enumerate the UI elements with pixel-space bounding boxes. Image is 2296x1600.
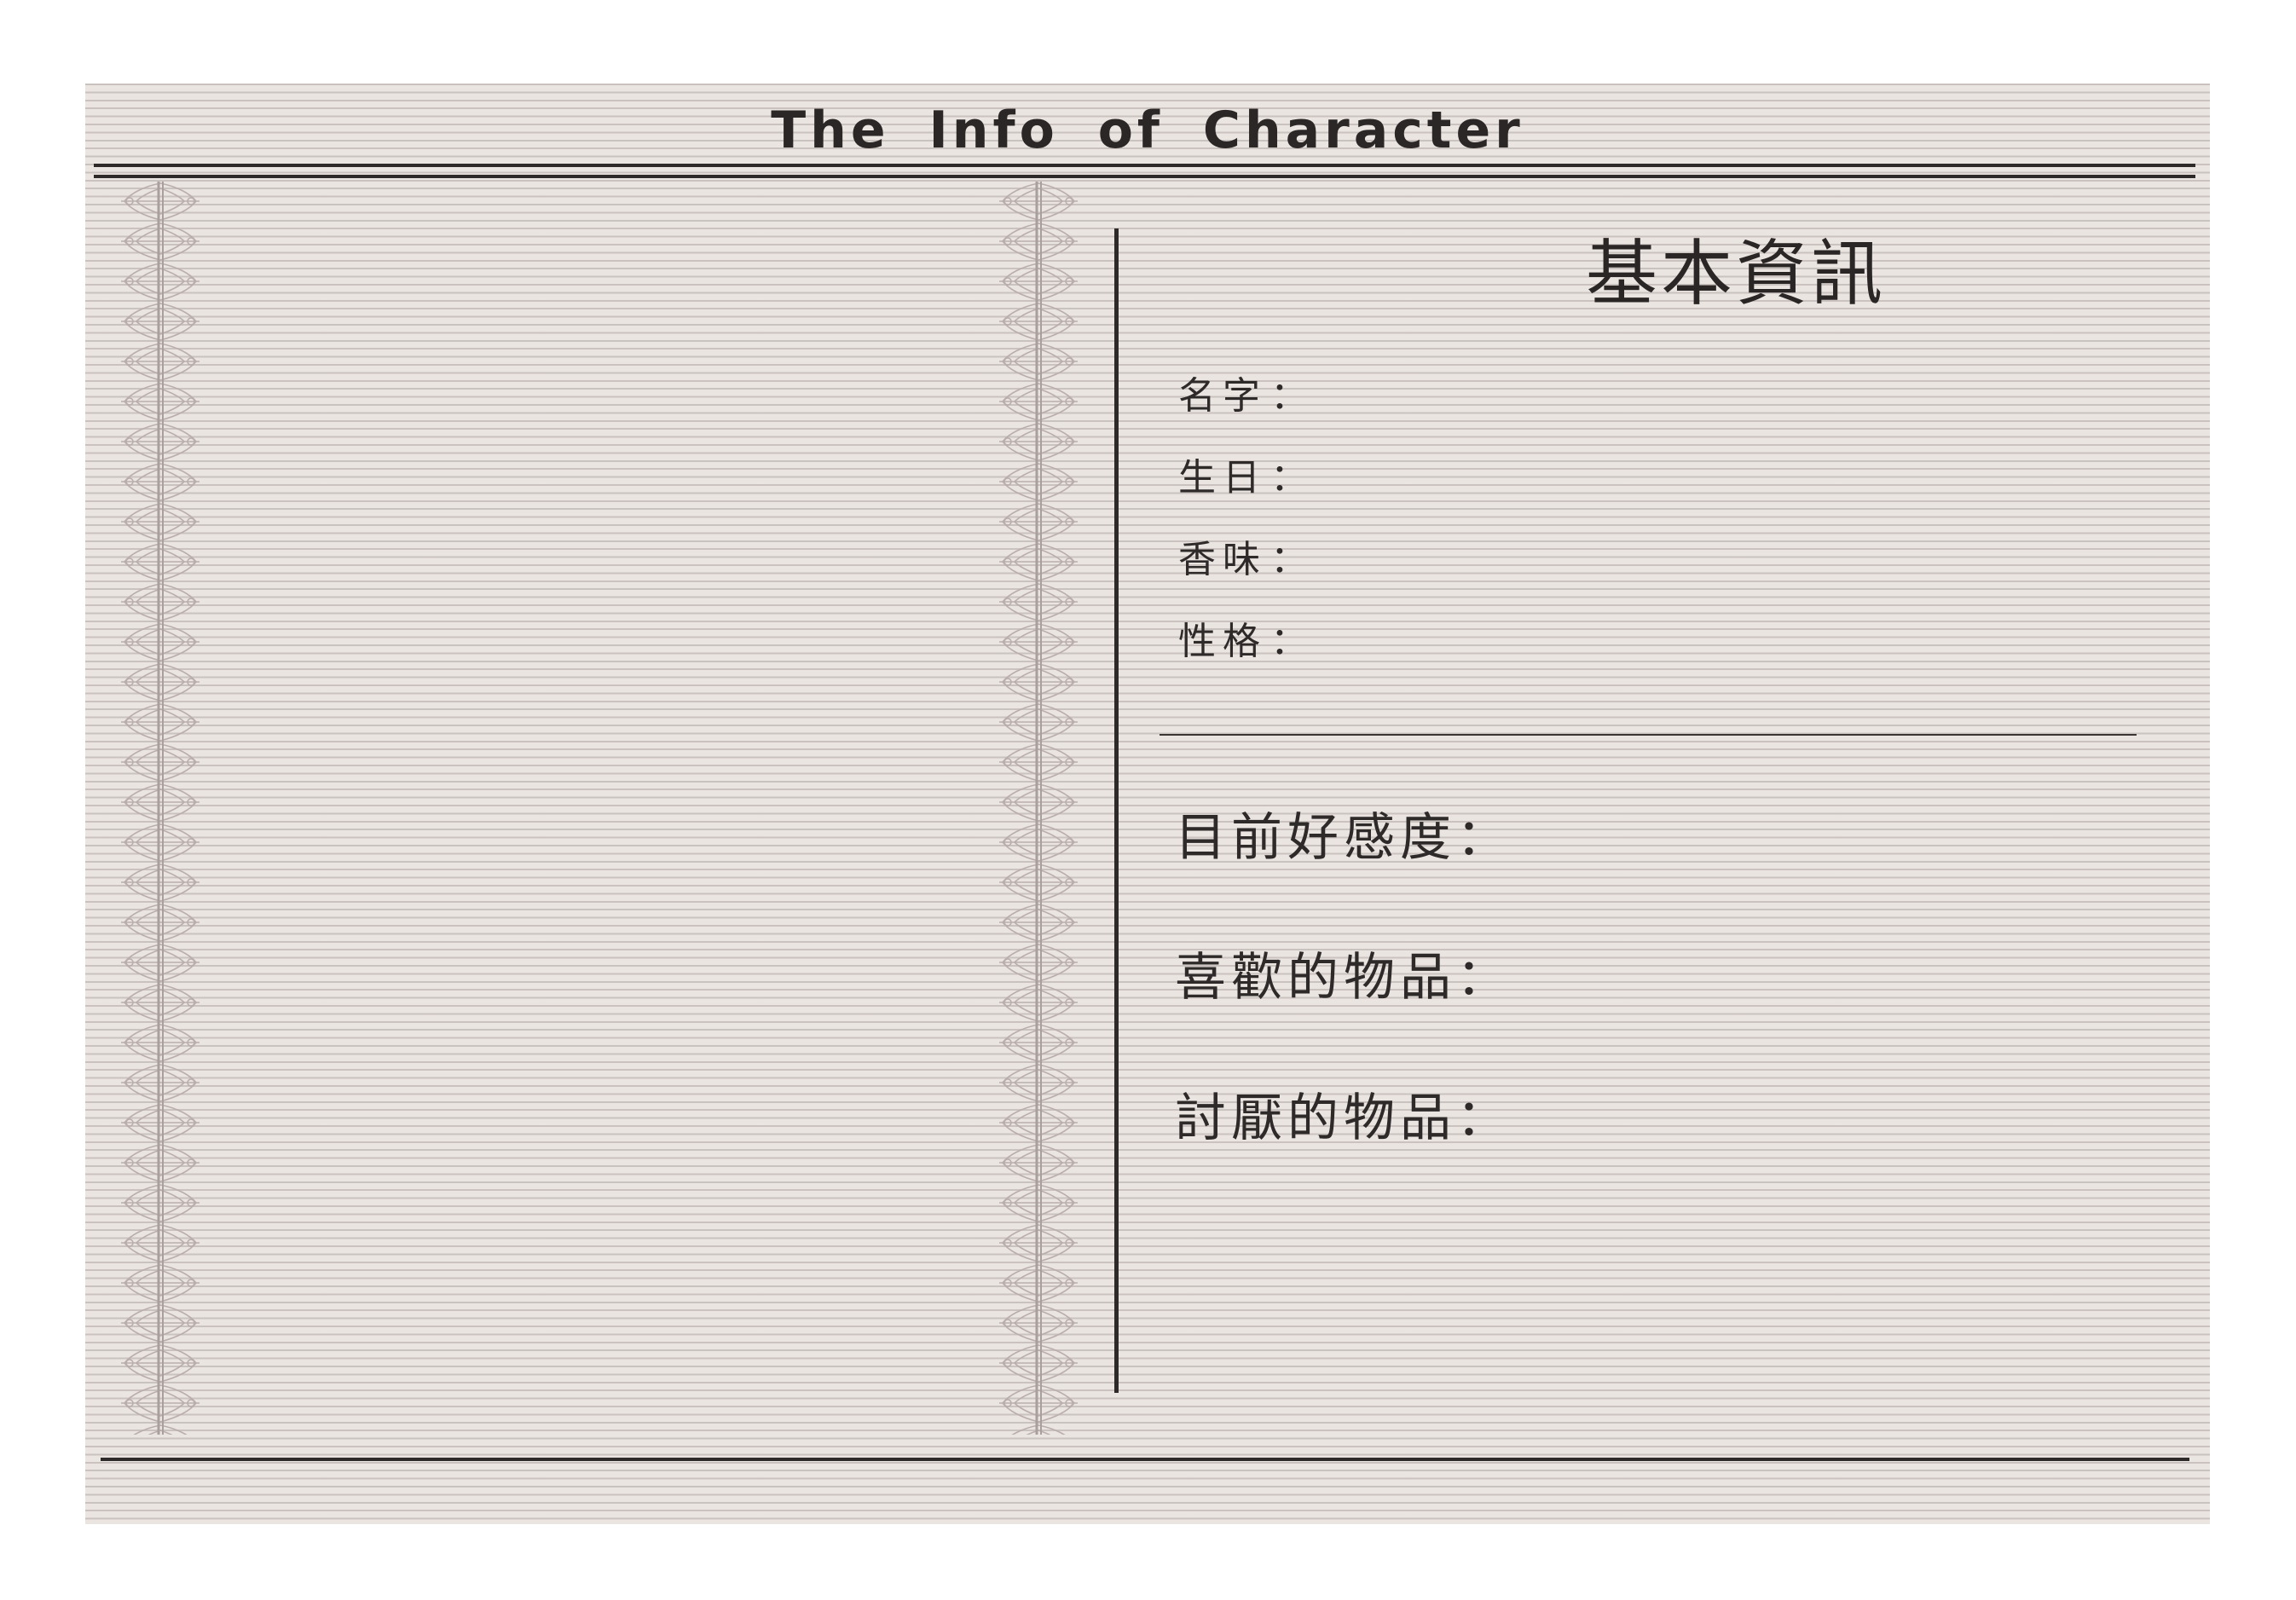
character-sheet: The Info of Character 基本資訊 名字： 生日： 香味： 性… <box>85 84 2210 1524</box>
field-scent: 香味： <box>1178 529 1315 583</box>
field-disliked-items-label: 討厭的物品 <box>1175 1089 1456 1148</box>
field-birthday-colon: ： <box>1270 456 1315 500</box>
field-disliked-items-colon: ： <box>1456 1089 1512 1148</box>
field-scent-label: 香味 <box>1178 538 1267 581</box>
title-rule-upper <box>94 164 2195 167</box>
section-divider <box>1160 734 2137 736</box>
field-disliked-items: 討厭的物品： <box>1175 1077 1512 1151</box>
field-liked-items: 喜歡的物品： <box>1175 936 1512 1010</box>
field-birthday-label: 生日 <box>1178 456 1267 500</box>
sheet-title: The Info of Character <box>771 101 1524 160</box>
field-affection-label: 目前好感度 <box>1175 808 1456 868</box>
field-affection: 目前好感度： <box>1175 796 1512 870</box>
field-affection-colon: ： <box>1456 808 1512 868</box>
field-name-colon: ： <box>1270 374 1315 418</box>
field-personality-label: 性格 <box>1178 620 1267 663</box>
field-birthday: 生日： <box>1178 447 1315 501</box>
column-divider <box>1114 228 1119 1393</box>
basic-info-title: 基本資訊 <box>1586 232 1887 315</box>
field-personality: 性格： <box>1178 610 1315 665</box>
field-liked-items-colon: ： <box>1456 948 1512 1008</box>
info-panel: 基本資訊 名字： 生日： 香味： 性格： 目前好感度： 喜歡的物品： 討厭的物品… <box>1142 211 2166 1320</box>
field-liked-items-label: 喜歡的物品 <box>1175 948 1456 1008</box>
field-scent-colon: ： <box>1270 538 1315 581</box>
field-personality-colon: ： <box>1270 620 1315 663</box>
field-name-label: 名字 <box>1178 374 1267 418</box>
ornamental-binding-left-icon <box>118 182 203 1435</box>
ornamental-binding-right-icon <box>996 182 1081 1435</box>
title-rule-lower <box>94 175 2195 178</box>
bottom-rule <box>101 1458 2189 1461</box>
field-name: 名字： <box>1178 365 1315 419</box>
